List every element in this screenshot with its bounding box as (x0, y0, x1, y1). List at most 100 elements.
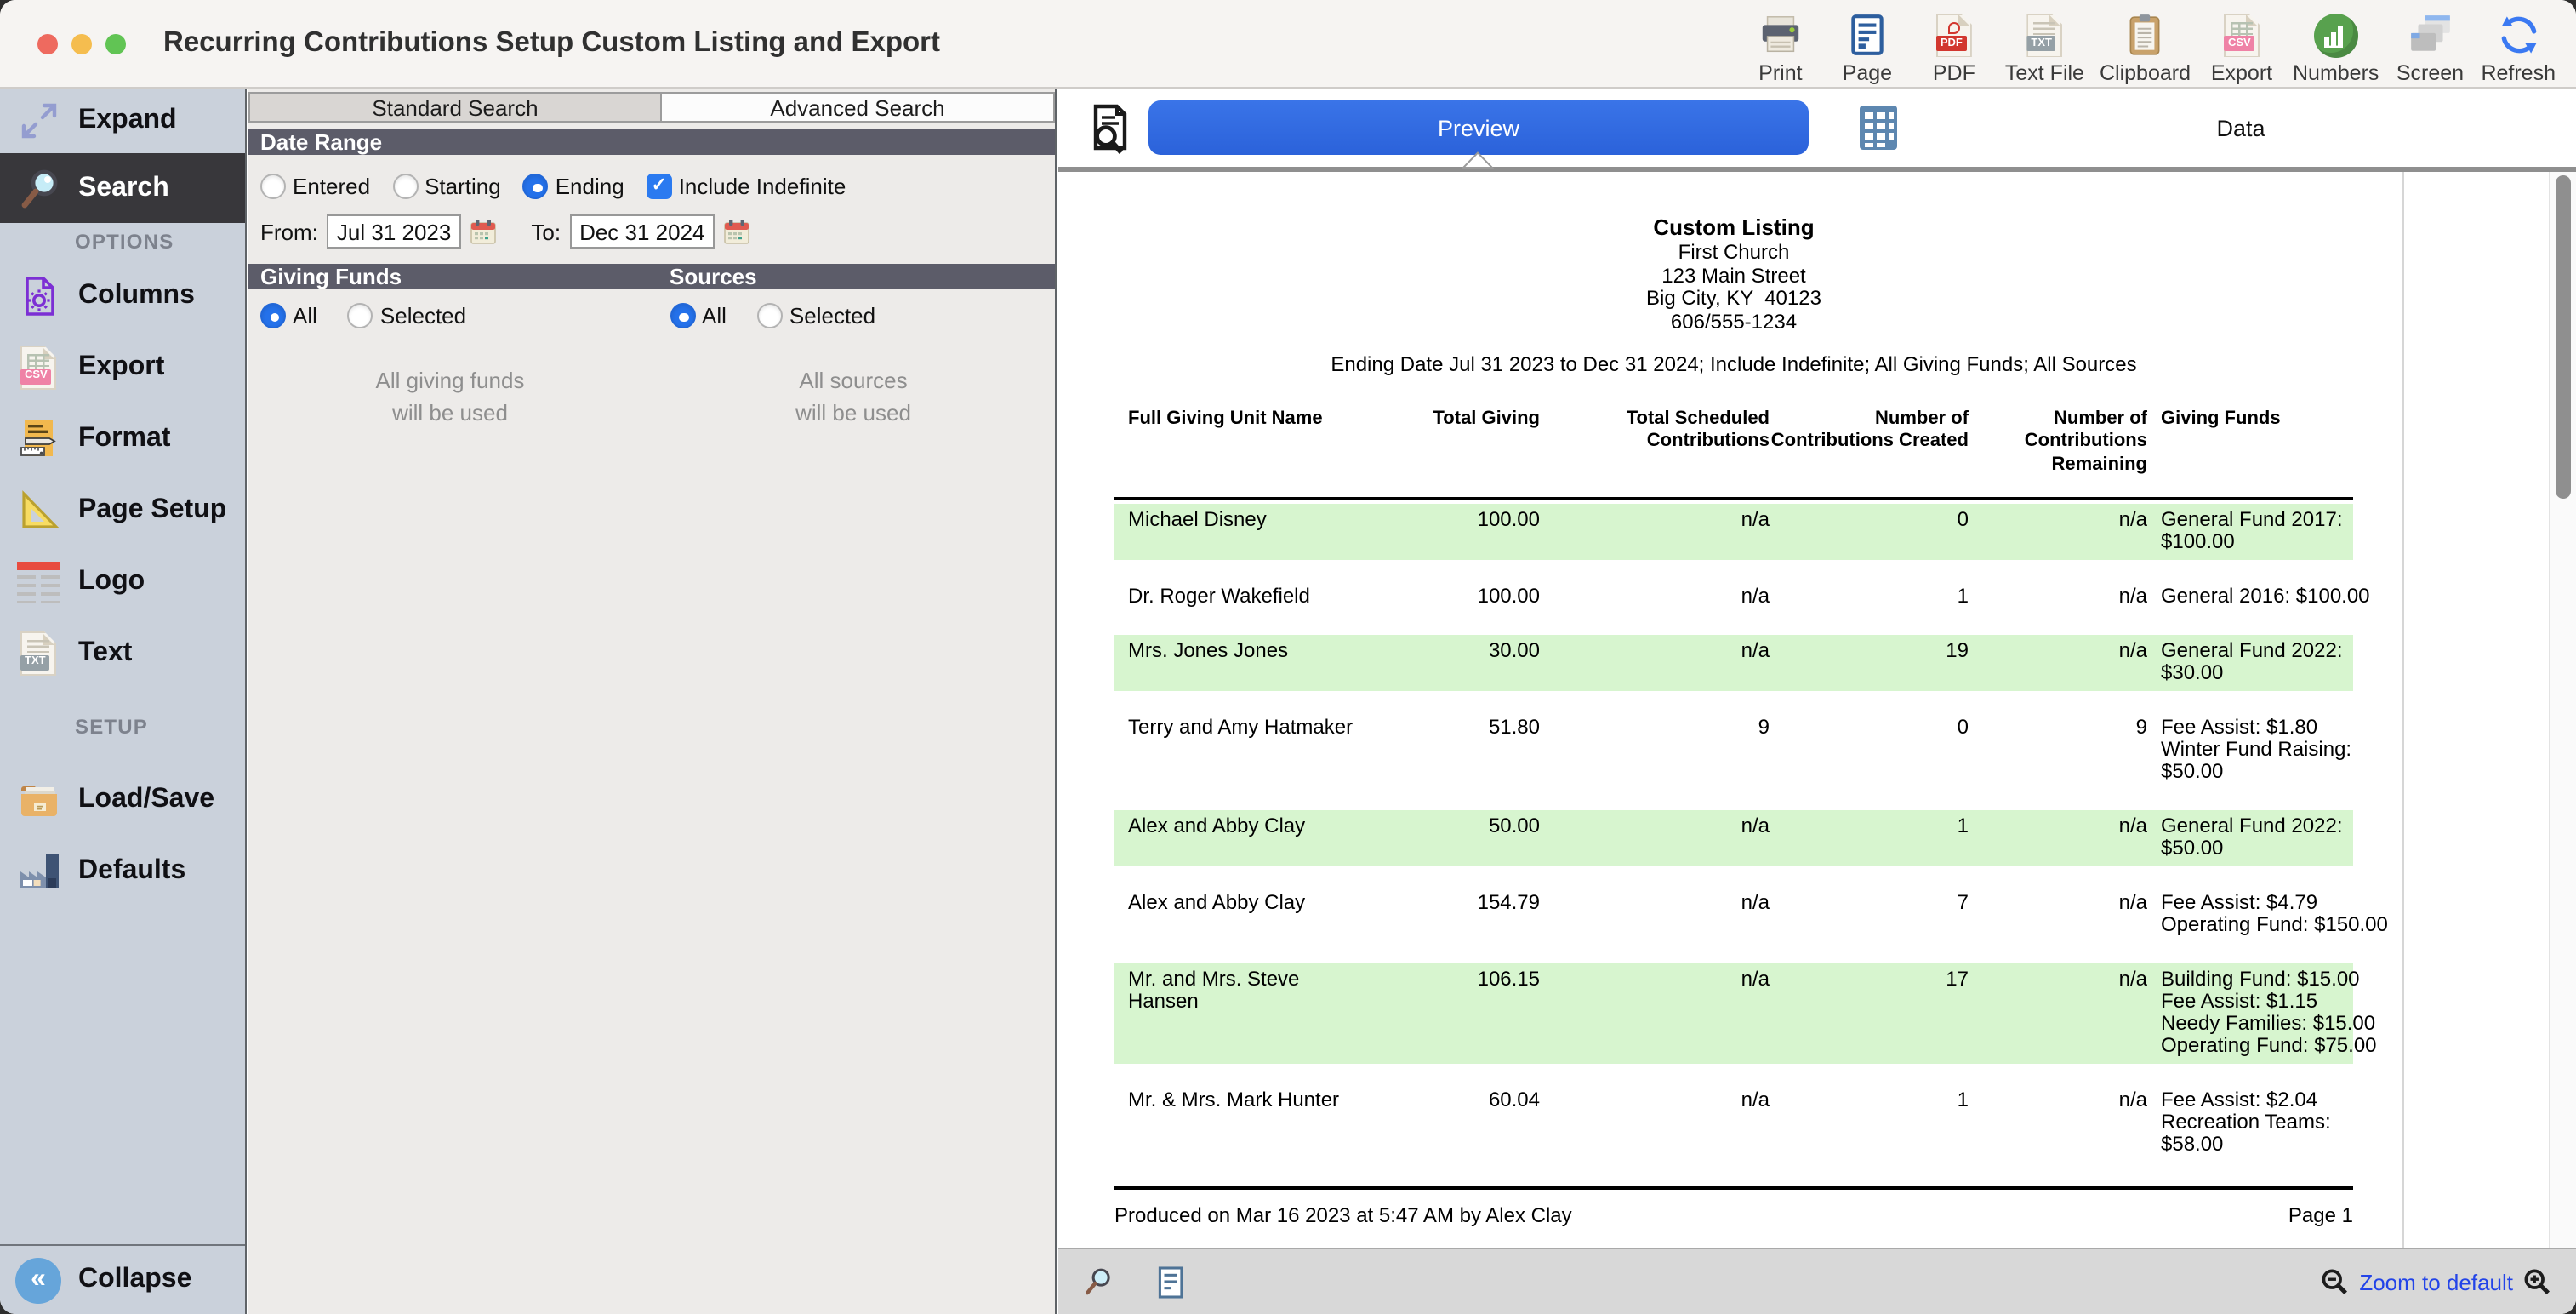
sources-selected-radio[interactable] (757, 303, 783, 328)
txt-file-icon: TXT (2026, 11, 2062, 59)
letterhead-logo-icon (15, 559, 61, 605)
page-button[interactable]: Page (1832, 11, 1903, 84)
report-row: Terry and Amy Hatmaker51.80909Fee Assist… (1114, 711, 2353, 790)
search-magnifier-icon (15, 165, 61, 211)
clipboard-button[interactable]: Clipboard (2100, 11, 2191, 84)
sidebar-options-header: OPTIONS (0, 223, 245, 260)
report-org: First Church (1114, 242, 2353, 265)
sidebar-item-export[interactable]: CSV Export (0, 332, 245, 403)
include-indefinite-checkbox[interactable]: ✓ (647, 174, 672, 199)
sidebar-item-search[interactable]: Search (0, 153, 245, 223)
minimize-window-button[interactable] (71, 33, 92, 54)
sidebar-item-format[interactable]: Format (0, 403, 245, 475)
sidebar-item-load-save[interactable]: Load/Save (0, 764, 245, 836)
report-row: Michael Disney100.00n/a0n/aGeneral Fund … (1114, 504, 2353, 560)
zoom-to-default-link[interactable]: Zoom to default (2359, 1269, 2513, 1294)
tab-standard-search[interactable]: Standard Search (248, 92, 660, 123)
sidebar-item-expand[interactable]: Expand (0, 89, 245, 153)
giving-funds-all-radio[interactable] (260, 303, 286, 328)
app-window: Recurring Contributions Setup Custom Lis… (0, 0, 2576, 1314)
sources-all-radio[interactable] (670, 303, 695, 328)
folder-icon (15, 777, 61, 823)
numbers-button[interactable]: Numbers (2293, 11, 2379, 84)
report-criteria: Ending Date Jul 31 2023 to Dec 31 2024; … (1114, 354, 2353, 377)
search-tabs: Standard Search Advanced Search (248, 92, 1055, 123)
funds-sources-notes: All giving funds will be used All source… (248, 366, 1055, 430)
print-button[interactable]: Print (1745, 11, 1816, 84)
report-phone: 606/555-1234 (1114, 311, 2353, 334)
sidebar-item-columns[interactable]: Columns (0, 260, 245, 332)
preview-bottom-bar: Zoom to default (1058, 1248, 2576, 1314)
entered-radio[interactable] (260, 174, 286, 199)
report-page-number: Page 1 (2288, 1205, 2353, 1227)
clipboard-icon (2122, 11, 2168, 59)
tab-preview[interactable]: Preview (1148, 100, 1809, 155)
main-toolbar: Print Page PDF PDF TXT Text File (1745, 3, 2556, 84)
columns-gear-document-icon (15, 273, 61, 319)
search-in-preview-icon[interactable] (1082, 1266, 1113, 1297)
report-address: 123 Main Street (1114, 265, 2353, 288)
pdf-button[interactable]: PDF PDF (1918, 11, 1990, 84)
sidebar-item-page-setup[interactable]: Page Setup (0, 475, 245, 546)
to-calendar-icon[interactable] (724, 218, 751, 245)
numbers-chart-icon (2314, 11, 2358, 59)
report-preview-area: Custom Listing First Church 123 Main Str… (1058, 171, 2576, 1248)
sidebar-item-logo[interactable]: Logo (0, 546, 245, 618)
giving-funds-header: Giving Funds (248, 264, 653, 289)
csv-file-icon: CSV (15, 345, 61, 391)
ending-radio[interactable] (523, 174, 549, 199)
giving-funds-note: All giving funds will be used (248, 366, 652, 430)
tab-advanced-search[interactable]: Advanced Search (660, 92, 1055, 123)
close-window-button[interactable] (37, 33, 58, 54)
from-calendar-icon[interactable] (470, 218, 497, 245)
report-row: Alex and Abby Clay154.79n/a7n/aFee Assis… (1114, 887, 2353, 943)
report-city: Big City, KY 40123 (1114, 288, 2353, 311)
report-footer: Produced on Mar 16 2023 at 5:47 AM by Al… (1114, 1186, 2353, 1227)
giving-funds-options: All Selected (248, 303, 653, 328)
zoom-window-button[interactable] (105, 33, 126, 54)
csv-file-icon: CSV (2224, 11, 2260, 59)
sidebar-item-text[interactable]: TXT Text (0, 618, 245, 689)
tab-data[interactable]: Data (1906, 115, 2576, 140)
sidebar-spacer (0, 907, 245, 1244)
report-page: Custom Listing First Church 123 Main Str… (1114, 215, 2353, 1227)
sources-options: All Selected (653, 303, 1055, 328)
format-document-pencil-icon (15, 416, 61, 462)
preview-scrollbar[interactable] (2549, 171, 2576, 1248)
scrollbar-thumb[interactable] (2556, 174, 2571, 498)
sidebar-item-collapse[interactable]: « Collapse (0, 1244, 245, 1314)
report-list-icon[interactable] (1157, 1264, 1186, 1300)
zoom-out-icon[interactable] (2320, 1267, 2349, 1296)
sidebar-setup-header: SETUP (0, 689, 245, 764)
screen-windows-icon (2407, 11, 2453, 59)
expand-arrows-icon (15, 98, 61, 144)
giving-funds-selected-radio[interactable] (348, 303, 373, 328)
from-label: From: (260, 219, 318, 244)
window-controls (37, 33, 126, 54)
report-table-header: Full Giving Unit Name Total Giving Total… (1114, 408, 2353, 500)
report-row: Mrs. Jones Jones30.00n/a19n/aGeneral Fun… (1114, 635, 2353, 691)
window-title: Recurring Contributions Setup Custom Lis… (163, 27, 940, 60)
to-date-input[interactable]: Dec 31 2024 (569, 214, 715, 249)
funds-sources-header: Giving Funds Sources (248, 264, 1055, 289)
from-date-input[interactable]: Jul 31 2023 (327, 214, 461, 249)
report-produced-text: Produced on Mar 16 2023 at 5:47 AM by Al… (1114, 1205, 1572, 1227)
data-table-icon (1851, 100, 1906, 155)
selected-tab-pointer (1462, 151, 1494, 169)
zoom-in-icon[interactable] (2523, 1267, 2552, 1296)
date-range-radio-row: Entered Starting Ending ✓ Include Indefi… (260, 174, 1055, 199)
sidebar-item-defaults[interactable]: Defaults (0, 836, 245, 907)
title-bar: Recurring Contributions Setup Custom Lis… (0, 0, 2576, 89)
starting-radio[interactable] (392, 174, 418, 199)
screen-button[interactable]: Screen (2394, 11, 2465, 84)
export-button[interactable]: CSV Export (2206, 11, 2277, 84)
page-icon (1844, 11, 1890, 59)
report-row: Dr. Roger Wakefield100.00n/a1n/aGeneral … (1114, 580, 2353, 614)
refresh-icon (2495, 11, 2541, 59)
text-file-button[interactable]: TXT Text File (2005, 11, 2084, 84)
to-label: To: (531, 219, 561, 244)
page-edge-line (2402, 171, 2404, 1248)
refresh-button[interactable]: Refresh (2481, 11, 2556, 84)
sources-header: Sources (653, 264, 1055, 289)
pdf-file-icon: PDF (1936, 11, 1972, 59)
